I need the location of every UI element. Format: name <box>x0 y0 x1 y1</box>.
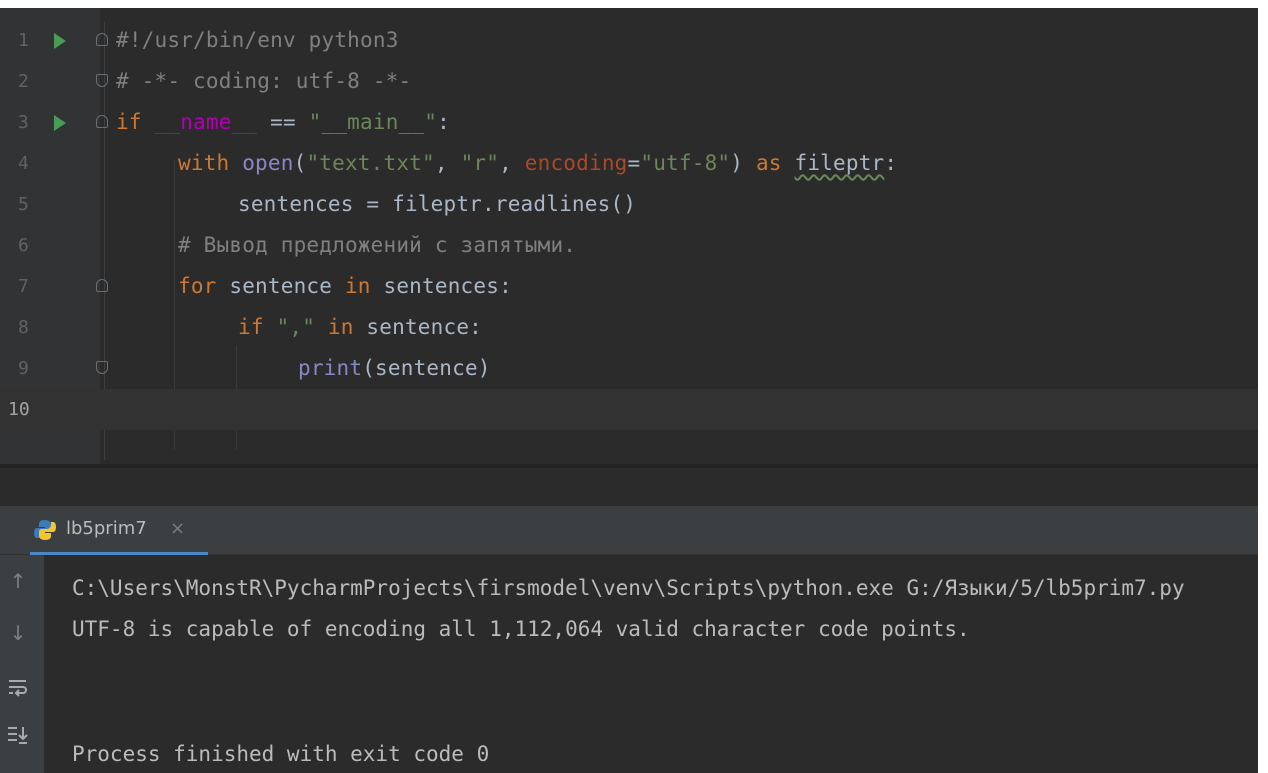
code-token: fileptr <box>794 151 885 175</box>
code-text: print(sentence) <box>298 348 491 389</box>
run-tool-window-header: lb5prim7 × <box>0 506 1258 555</box>
line-number: 4 <box>18 153 29 174</box>
line-number: 9 <box>18 358 29 379</box>
code-text: # -*- coding: utf-8 -*- <box>116 61 411 102</box>
run-console[interactable]: ↑ ↓ C:\Users\MonstR\PycharmProjects\firs… <box>0 555 1258 773</box>
down-arrow-icon[interactable]: ↓ <box>6 621 30 645</box>
line-number: 5 <box>18 194 29 215</box>
console-toolbar: ↑ ↓ <box>0 555 44 773</box>
fold-start-icon[interactable] <box>96 33 108 46</box>
code-line-1[interactable]: 1 #!/usr/bin/env python3 <box>0 20 1258 61</box>
code-token: # Вывод предложений с запятыми. <box>178 233 577 257</box>
fold-start-icon[interactable] <box>96 115 108 128</box>
run-icon[interactable] <box>54 115 66 131</box>
code-token: sentence <box>216 274 345 298</box>
code-token: open <box>242 151 294 175</box>
code-line-9[interactable]: 9 print(sentence) <box>0 348 1258 389</box>
code-text: if "," in sentence: <box>238 307 482 348</box>
fold-start-icon[interactable] <box>96 279 108 292</box>
code-token: "utf-8" <box>640 151 731 175</box>
code-token: print <box>298 356 363 380</box>
code-text: for sentence in sentences: <box>178 266 512 307</box>
code-token: sentence: <box>353 315 483 339</box>
code-line-8[interactable]: 8 if "," in sentence: <box>0 307 1258 348</box>
run-icon[interactable] <box>54 33 66 49</box>
scroll-to-end-icon[interactable] <box>6 723 30 747</box>
fold-end-icon[interactable] <box>96 74 108 87</box>
line-number: 7 <box>18 276 29 297</box>
code-token: sentences = fileptr.readlines() <box>238 192 637 216</box>
code-text: # Вывод предложений с запятыми. <box>178 225 576 266</box>
code-text: with open("text.txt", "r", encoding="utf… <box>178 143 897 184</box>
code-token: "__main__" <box>308 110 438 134</box>
code-token: : <box>884 151 898 175</box>
code-token: "r" <box>460 151 500 175</box>
run-tab[interactable]: lb5prim7 × <box>30 506 208 555</box>
code-token: encoding <box>524 151 628 175</box>
code-token: , <box>499 151 525 175</box>
line-number: 1 <box>18 30 29 51</box>
code-token: "," <box>276 315 316 339</box>
console-output-line: C:\Users\MonstR\PycharmProjects\firsmode… <box>72 576 1185 600</box>
code-token: == <box>257 110 309 134</box>
close-icon[interactable]: × <box>170 506 185 552</box>
code-token: if <box>238 315 264 339</box>
code-token: ) <box>730 151 756 175</box>
console-output-line: Process finished with exit code 0 <box>72 742 490 766</box>
code-token: in <box>327 315 354 339</box>
code-text: sentences = fileptr.readlines() <box>238 184 636 225</box>
line-number: 2 <box>18 71 29 92</box>
code-line-4[interactable]: 4 with open("text.txt", "r", encoding="u… <box>0 143 1258 184</box>
code-text: #!/usr/bin/env python3 <box>116 20 399 61</box>
ide-window: 1 #!/usr/bin/env python3 2 # -*- coding:… <box>0 8 1258 773</box>
soft-wrap-icon[interactable] <box>6 675 30 699</box>
line-number: 10 <box>8 399 30 420</box>
code-token: if <box>116 110 142 134</box>
code-editor[interactable]: 1 #!/usr/bin/env python3 2 # -*- coding:… <box>0 8 1258 464</box>
code-line-6[interactable]: 6 # Вывод предложений с запятыми. <box>0 225 1258 266</box>
code-token: __name__ <box>154 110 258 134</box>
code-line-3[interactable]: 3 if __name__ == "__main__": <box>0 102 1258 143</box>
code-line-7[interactable]: 7 for sentence in sentences: <box>0 266 1258 307</box>
console-output-line: UTF-8 is capable of encoding all 1,112,0… <box>72 617 970 641</box>
python-icon <box>34 520 56 540</box>
code-token: ( <box>293 151 307 175</box>
code-token: : <box>437 110 450 134</box>
code-token: in <box>344 274 371 298</box>
code-token: = <box>627 151 641 175</box>
code-line-2[interactable]: 2 # -*- coding: utf-8 -*- <box>0 61 1258 102</box>
editor-bottom-area <box>0 468 1258 506</box>
code-token: sentences: <box>370 274 512 298</box>
code-text: if __name__ == "__main__": <box>116 102 450 143</box>
code-line-10[interactable]: 10 <box>0 389 1258 430</box>
code-line-5[interactable]: 5 sentences = fileptr.readlines() <box>0 184 1258 225</box>
code-token: (sentence) <box>362 356 491 380</box>
code-token: # -*- coding: utf-8 -*- <box>116 69 412 93</box>
code-token: "text.txt" <box>306 151 435 175</box>
code-token: for <box>178 274 217 298</box>
line-number: 6 <box>18 235 29 256</box>
code-token: with <box>178 151 230 175</box>
code-token: as <box>755 151 782 175</box>
line-number: 3 <box>18 112 29 133</box>
fold-end-icon[interactable] <box>96 361 108 374</box>
line-number: 8 <box>18 317 29 338</box>
run-tab-label: lb5prim7 <box>66 518 147 539</box>
code-token: , <box>434 151 461 175</box>
code-token: #!/usr/bin/env python3 <box>116 28 399 52</box>
up-arrow-icon[interactable]: ↑ <box>6 569 30 593</box>
